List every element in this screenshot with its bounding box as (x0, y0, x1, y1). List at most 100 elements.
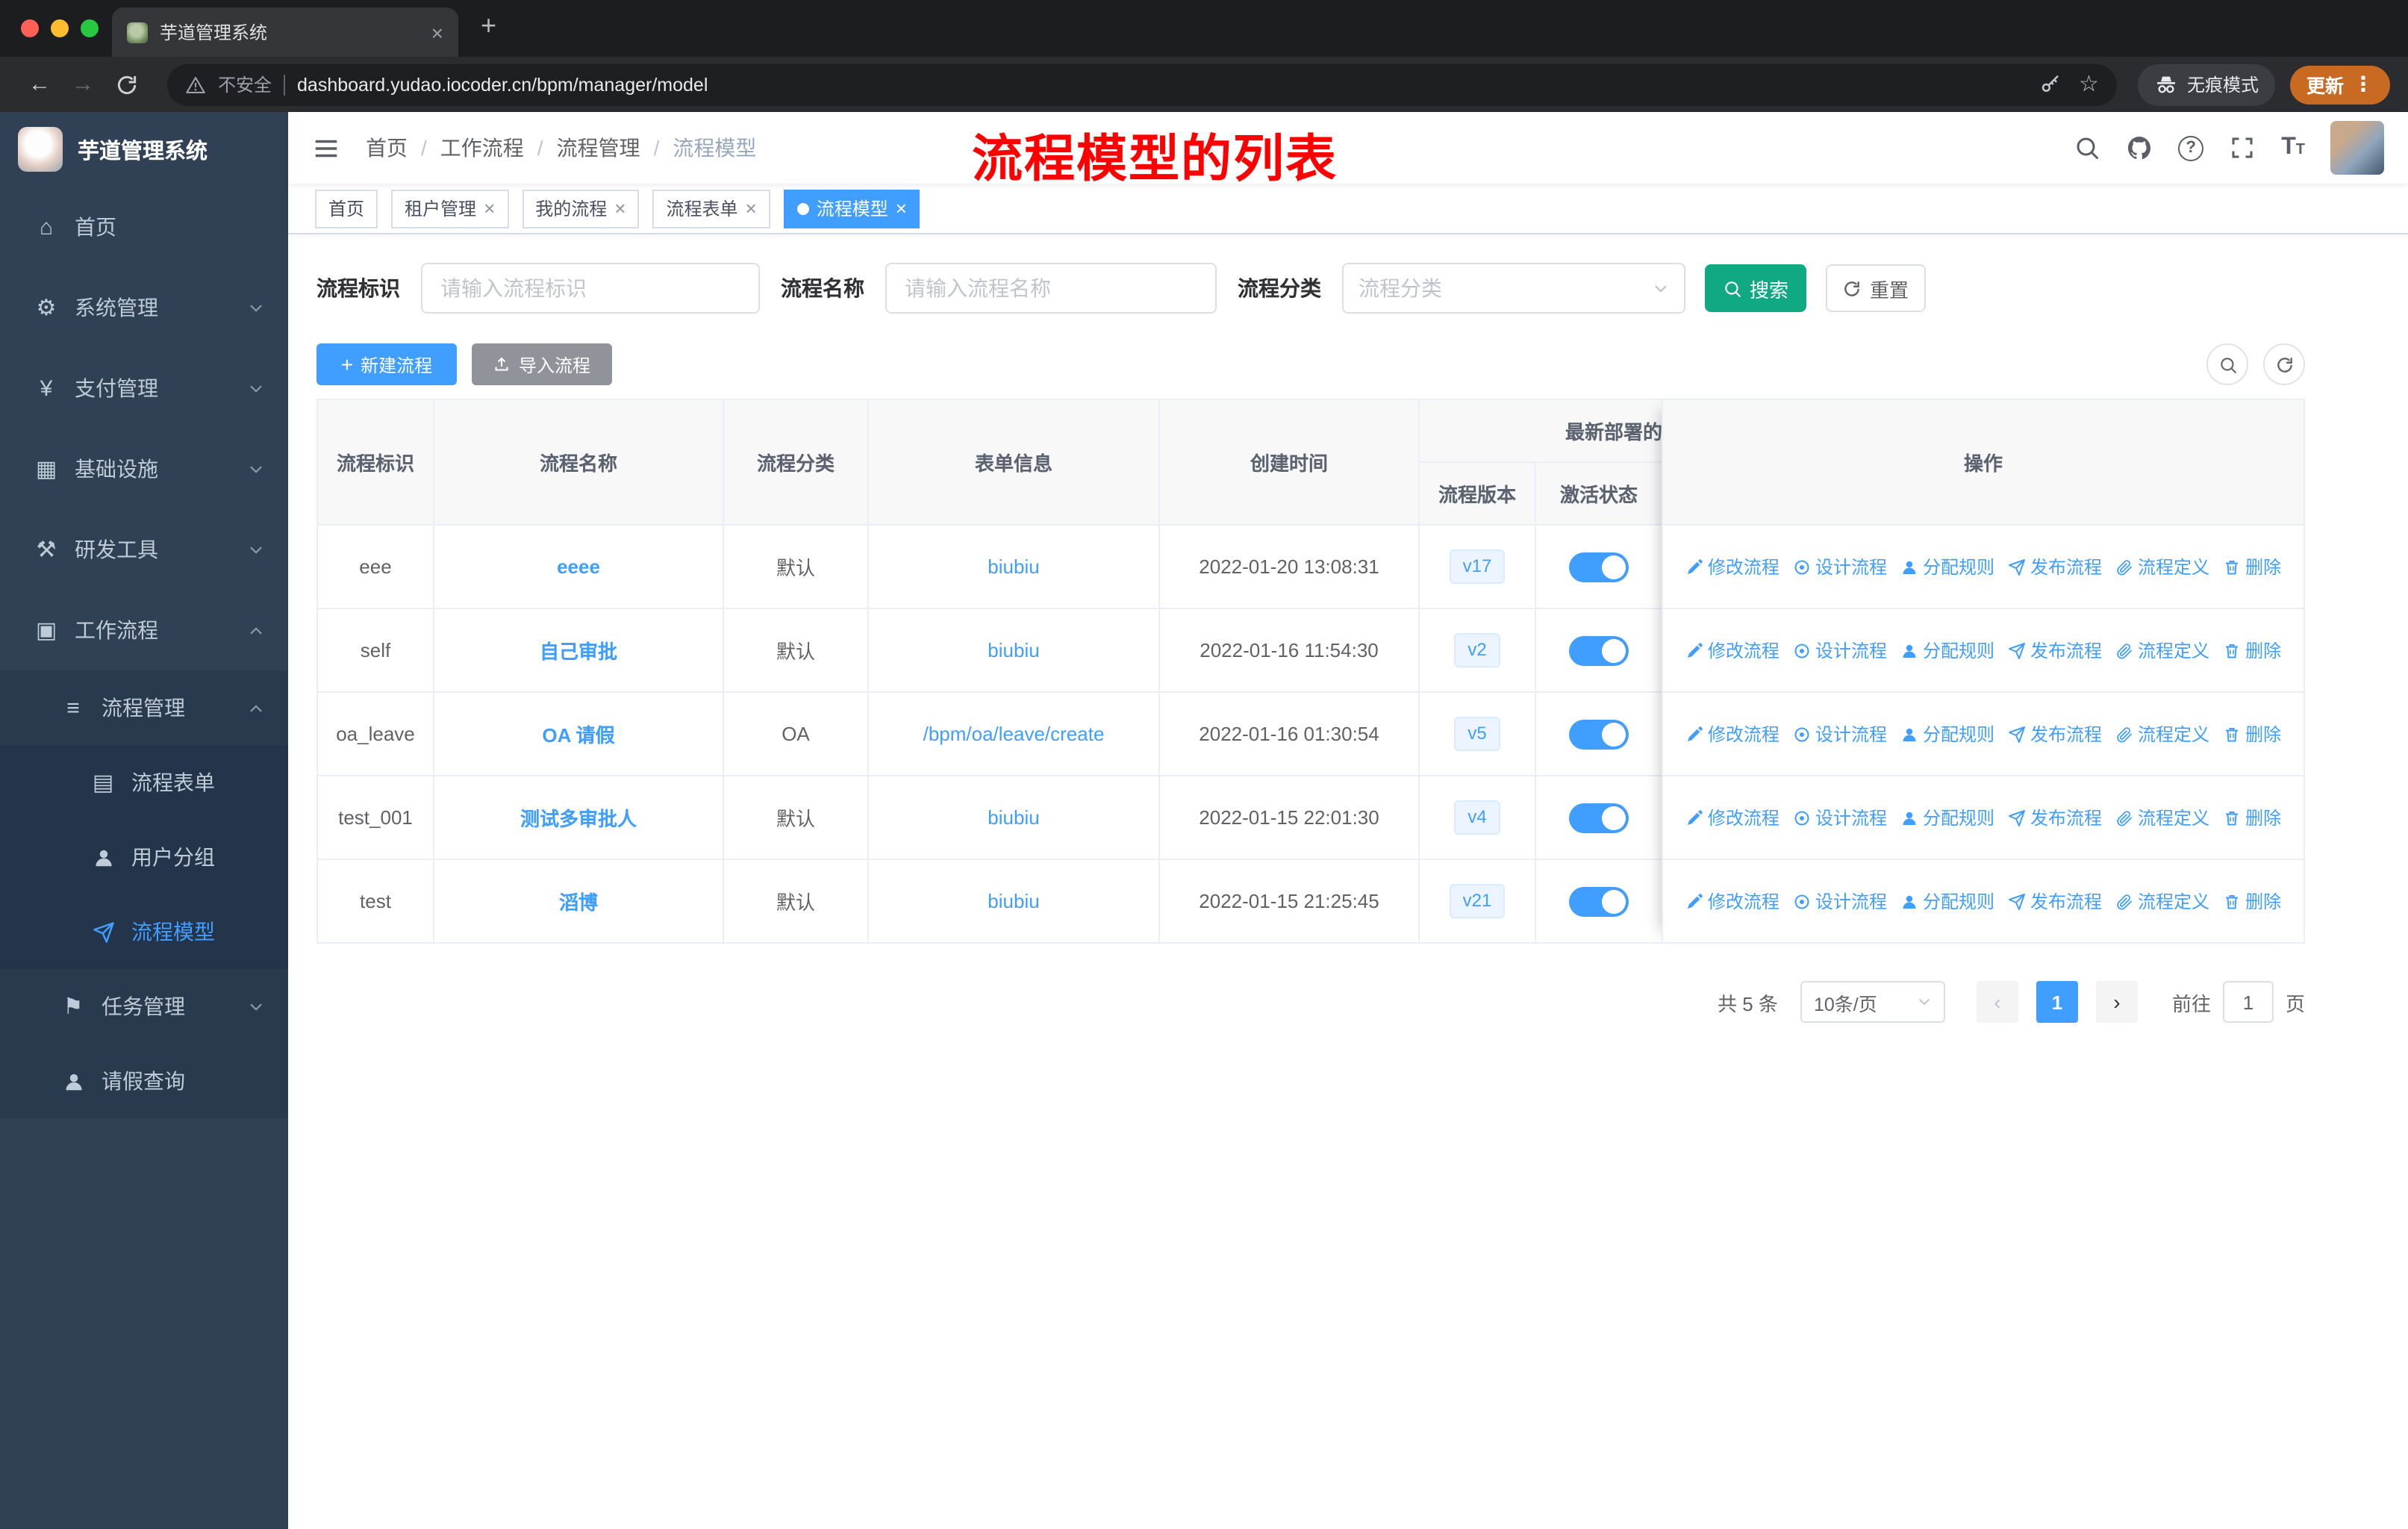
process-id-input[interactable] (421, 263, 760, 314)
page-1-button[interactable]: 1 (2036, 981, 2078, 1023)
process-name-link[interactable]: eeee (557, 555, 600, 578)
op-publish-link[interactable]: 发布流程 (2008, 888, 2102, 914)
hamburger-icon[interactable] (312, 134, 340, 162)
op-delete-link[interactable]: 删除 (2223, 638, 2281, 663)
op-publish-link[interactable]: 发布流程 (2008, 554, 2102, 579)
form-info-link[interactable]: biubiu (988, 555, 1039, 578)
sidebar-item-leave-query[interactable]: 请假查询 (0, 1044, 288, 1118)
process-name-input[interactable] (885, 263, 1217, 314)
op-definition-link[interactable]: 流程定义 (2115, 721, 2209, 747)
table-scroll-area[interactable]: 流程标识 流程名称 流程分类 表单信息 创建时间 最新部署的流程定义 流程版本 (316, 399, 1662, 944)
form-info-link[interactable]: /bpm/oa/leave/create (923, 723, 1105, 745)
user-avatar[interactable] (2330, 121, 2384, 175)
sidebar-item-workflow[interactable]: ▣ 工作流程 (0, 590, 288, 670)
reload-icon[interactable] (115, 72, 139, 96)
op-modify-link[interactable]: 修改流程 (1685, 888, 1780, 914)
active-toggle[interactable] (1569, 886, 1629, 916)
fullscreen-icon[interactable] (2229, 134, 2256, 161)
form-info-link[interactable]: biubiu (988, 639, 1039, 661)
process-category-select[interactable]: 流程分类 (1342, 263, 1685, 314)
search-icon[interactable] (2074, 134, 2100, 161)
chrome-update-button[interactable]: 更新 ⋮ (2289, 65, 2390, 104)
op-delete-link[interactable]: 删除 (2223, 554, 2281, 579)
bookmark-star-icon[interactable]: ☆ (2079, 73, 2099, 96)
browser-tab[interactable]: 芋道管理系统 × (112, 7, 458, 57)
op-delete-link[interactable]: 删除 (2223, 805, 2281, 830)
op-delete-link[interactable]: 删除 (2223, 888, 2281, 914)
reset-button[interactable]: 重置 (1826, 264, 1926, 312)
form-info-link[interactable]: biubiu (988, 806, 1039, 829)
font-size-icon[interactable]: TT (2281, 135, 2305, 160)
active-toggle[interactable] (1569, 635, 1629, 665)
active-toggle[interactable] (1569, 552, 1629, 582)
form-info-link[interactable]: biubiu (988, 890, 1039, 912)
sidebar-item-process-mgmt[interactable]: ≡ 流程管理 (0, 670, 288, 745)
back-icon[interactable]: ← (28, 72, 51, 97)
op-modify-link[interactable]: 修改流程 (1685, 805, 1780, 830)
search-button[interactable]: 搜索 (1705, 264, 1806, 312)
op-modify-link[interactable]: 修改流程 (1685, 721, 1780, 747)
refresh-table-button[interactable] (2263, 343, 2305, 385)
breadcrumb-workflow[interactable]: 工作流程 (440, 133, 524, 163)
op-publish-link[interactable]: 发布流程 (2008, 721, 2102, 747)
breadcrumb-home[interactable]: 首页 (366, 133, 408, 163)
op-definition-link[interactable]: 流程定义 (2115, 888, 2209, 914)
sidebar-item-payment-mgmt[interactable]: ¥ 支付管理 (0, 348, 288, 429)
op-definition-link[interactable]: 流程定义 (2115, 554, 2209, 579)
page-size-select[interactable]: 10条/页 (1800, 981, 1945, 1023)
process-name-link[interactable]: 自己审批 (540, 641, 617, 663)
sidebar-item-process-model[interactable]: 流程模型 (0, 894, 288, 969)
window-zoom-button[interactable] (81, 19, 99, 37)
op-assign-rule-link[interactable]: 分配规则 (1900, 721, 1994, 747)
op-modify-link[interactable]: 修改流程 (1685, 554, 1780, 579)
tag-home[interactable]: 首页 (315, 189, 378, 228)
goto-page-input[interactable] (2222, 981, 2274, 1023)
sidebar-item-infrastructure[interactable]: ▦ 基础设施 (0, 429, 288, 509)
op-assign-rule-link[interactable]: 分配规则 (1900, 554, 1994, 579)
create-process-button[interactable]: + 新建流程 (316, 343, 457, 385)
password-key-icon[interactable] (2039, 73, 2061, 96)
close-icon[interactable]: × (614, 199, 626, 218)
import-process-button[interactable]: 导入流程 (472, 343, 612, 385)
tab-close-icon[interactable]: × (431, 22, 443, 43)
op-delete-link[interactable]: 删除 (2223, 721, 2281, 747)
github-icon[interactable] (2126, 134, 2153, 161)
process-name-link[interactable]: OA 请假 (542, 724, 614, 747)
op-design-link[interactable]: 设计流程 (1793, 554, 1887, 579)
next-page-button[interactable]: › (2095, 981, 2138, 1023)
op-assign-rule-link[interactable]: 分配规则 (1900, 888, 1994, 914)
process-name-link[interactable]: 滔博 (559, 891, 598, 914)
op-assign-rule-link[interactable]: 分配规则 (1900, 805, 1994, 830)
op-definition-link[interactable]: 流程定义 (2115, 805, 2209, 830)
close-icon[interactable]: × (484, 199, 495, 218)
sidebar-item-task-mgmt[interactable]: ⚑ 任务管理 (0, 969, 288, 1044)
window-minimize-button[interactable] (51, 19, 69, 37)
breadcrumb-process-mgmt[interactable]: 流程管理 (557, 133, 640, 163)
process-name-link[interactable]: 测试多审批人 (520, 808, 637, 830)
tag-process-model[interactable]: 流程模型 × (783, 189, 920, 228)
op-design-link[interactable]: 设计流程 (1793, 888, 1887, 914)
active-toggle[interactable] (1569, 719, 1629, 749)
close-icon[interactable]: × (896, 199, 907, 218)
op-definition-link[interactable]: 流程定义 (2115, 638, 2209, 663)
op-design-link[interactable]: 设计流程 (1793, 721, 1887, 747)
address-bar[interactable]: 不安全 dashboard.yudao.iocoder.cn/bpm/manag… (167, 63, 2117, 105)
browser-menu-icon[interactable]: ⋮ (2353, 72, 2374, 97)
new-tab-button[interactable]: + (481, 10, 496, 42)
tag-my-process[interactable]: 我的流程 × (522, 189, 640, 228)
help-icon[interactable]: ? (2178, 135, 2204, 161)
op-assign-rule-link[interactable]: 分配规则 (1900, 638, 1994, 663)
window-close-button[interactable] (21, 19, 39, 37)
tag-process-form[interactable]: 流程表单 × (652, 189, 770, 228)
op-modify-link[interactable]: 修改流程 (1685, 638, 1780, 663)
op-publish-link[interactable]: 发布流程 (2008, 638, 2102, 663)
op-design-link[interactable]: 设计流程 (1793, 805, 1887, 830)
active-toggle[interactable] (1569, 803, 1629, 832)
sidebar-item-user-group[interactable]: 用户分组 (0, 820, 288, 894)
sidebar-item-dev-tools[interactable]: ⚒ 研发工具 (0, 509, 288, 590)
show-search-button[interactable] (2206, 343, 2248, 385)
sidebar-item-home[interactable]: ⌂ 首页 (0, 187, 288, 267)
sidebar-item-system-mgmt[interactable]: ⚙ 系统管理 (0, 267, 288, 348)
tag-tenant-mgmt[interactable]: 租户管理 × (391, 189, 509, 228)
op-publish-link[interactable]: 发布流程 (2008, 805, 2102, 830)
